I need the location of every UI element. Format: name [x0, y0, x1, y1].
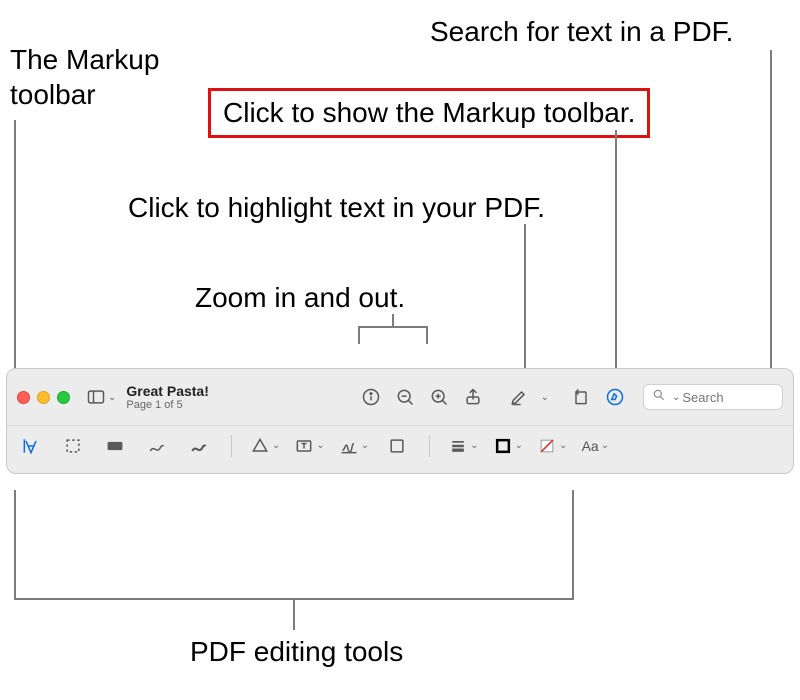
- highlight-menu-chevron[interactable]: ⌄: [541, 392, 549, 403]
- rotate-button[interactable]: [567, 383, 595, 411]
- draw-tool[interactable]: [185, 432, 213, 460]
- label-markup-toolbar: The Markup toolbar: [10, 42, 180, 112]
- separator: [429, 435, 430, 457]
- callout-line: [524, 224, 526, 380]
- font-style-menu[interactable]: Aa⌄: [581, 432, 609, 460]
- minimize-window-button[interactable]: [37, 391, 50, 404]
- separator: [231, 435, 232, 457]
- search-menu-chevron[interactable]: ⌄: [672, 392, 680, 403]
- search-icon: [652, 388, 666, 407]
- zoom-in-button[interactable]: [425, 383, 453, 411]
- fill-color-menu[interactable]: ⌄: [537, 432, 567, 460]
- main-toolbar: ⌄ Great Pasta! Page 1 of 5 ⌄: [7, 369, 793, 425]
- markup-toggle-button[interactable]: [601, 383, 629, 411]
- note-tool[interactable]: [383, 432, 411, 460]
- info-button[interactable]: [357, 383, 385, 411]
- callout-bracket: [358, 326, 428, 344]
- line-style-menu[interactable]: ⌄: [448, 432, 478, 460]
- zoom-out-button[interactable]: [391, 383, 419, 411]
- close-window-button[interactable]: [17, 391, 30, 404]
- label-show-markup: Click to show the Markup toolbar.: [208, 88, 650, 138]
- document-title-block: Great Pasta! Page 1 of 5: [126, 383, 208, 411]
- label-editing-tools: PDF editing tools: [190, 634, 403, 669]
- share-button[interactable]: [459, 383, 487, 411]
- preview-window: ⌄ Great Pasta! Page 1 of 5 ⌄: [6, 368, 794, 474]
- fullscreen-window-button[interactable]: [57, 391, 70, 404]
- redact-tool[interactable]: [101, 432, 129, 460]
- label-search: Search for text in a PDF.: [430, 14, 733, 49]
- sidebar-toggle-button[interactable]: ⌄: [86, 383, 116, 411]
- textbox-tool[interactable]: ⌄: [294, 432, 324, 460]
- callout-line: [615, 130, 617, 380]
- markup-toolbar: ⌄ ⌄ ⌄ ⌄ ⌄ ⌄ Aa⌄: [7, 425, 793, 465]
- document-page-count: Page 1 of 5: [126, 399, 208, 411]
- callout-bracket: [14, 490, 574, 600]
- document-title: Great Pasta!: [126, 383, 208, 399]
- search-field[interactable]: ⌄: [643, 384, 783, 410]
- window-traffic-lights: [17, 391, 70, 404]
- callout-line: [293, 600, 295, 630]
- sketch-tool[interactable]: [143, 432, 171, 460]
- label-highlight: Click to highlight text in your PDF.: [128, 190, 545, 225]
- highlight-button[interactable]: [505, 383, 533, 411]
- border-color-menu[interactable]: ⌄: [493, 432, 523, 460]
- rectangular-selection-tool[interactable]: [59, 432, 87, 460]
- sign-tool[interactable]: ⌄: [339, 432, 369, 460]
- text-selection-tool[interactable]: [17, 432, 45, 460]
- search-input[interactable]: [680, 389, 770, 406]
- callout-line: [392, 314, 394, 326]
- label-zoom: Zoom in and out.: [195, 280, 405, 315]
- callout-line: [770, 50, 772, 380]
- shapes-menu[interactable]: ⌄: [250, 432, 280, 460]
